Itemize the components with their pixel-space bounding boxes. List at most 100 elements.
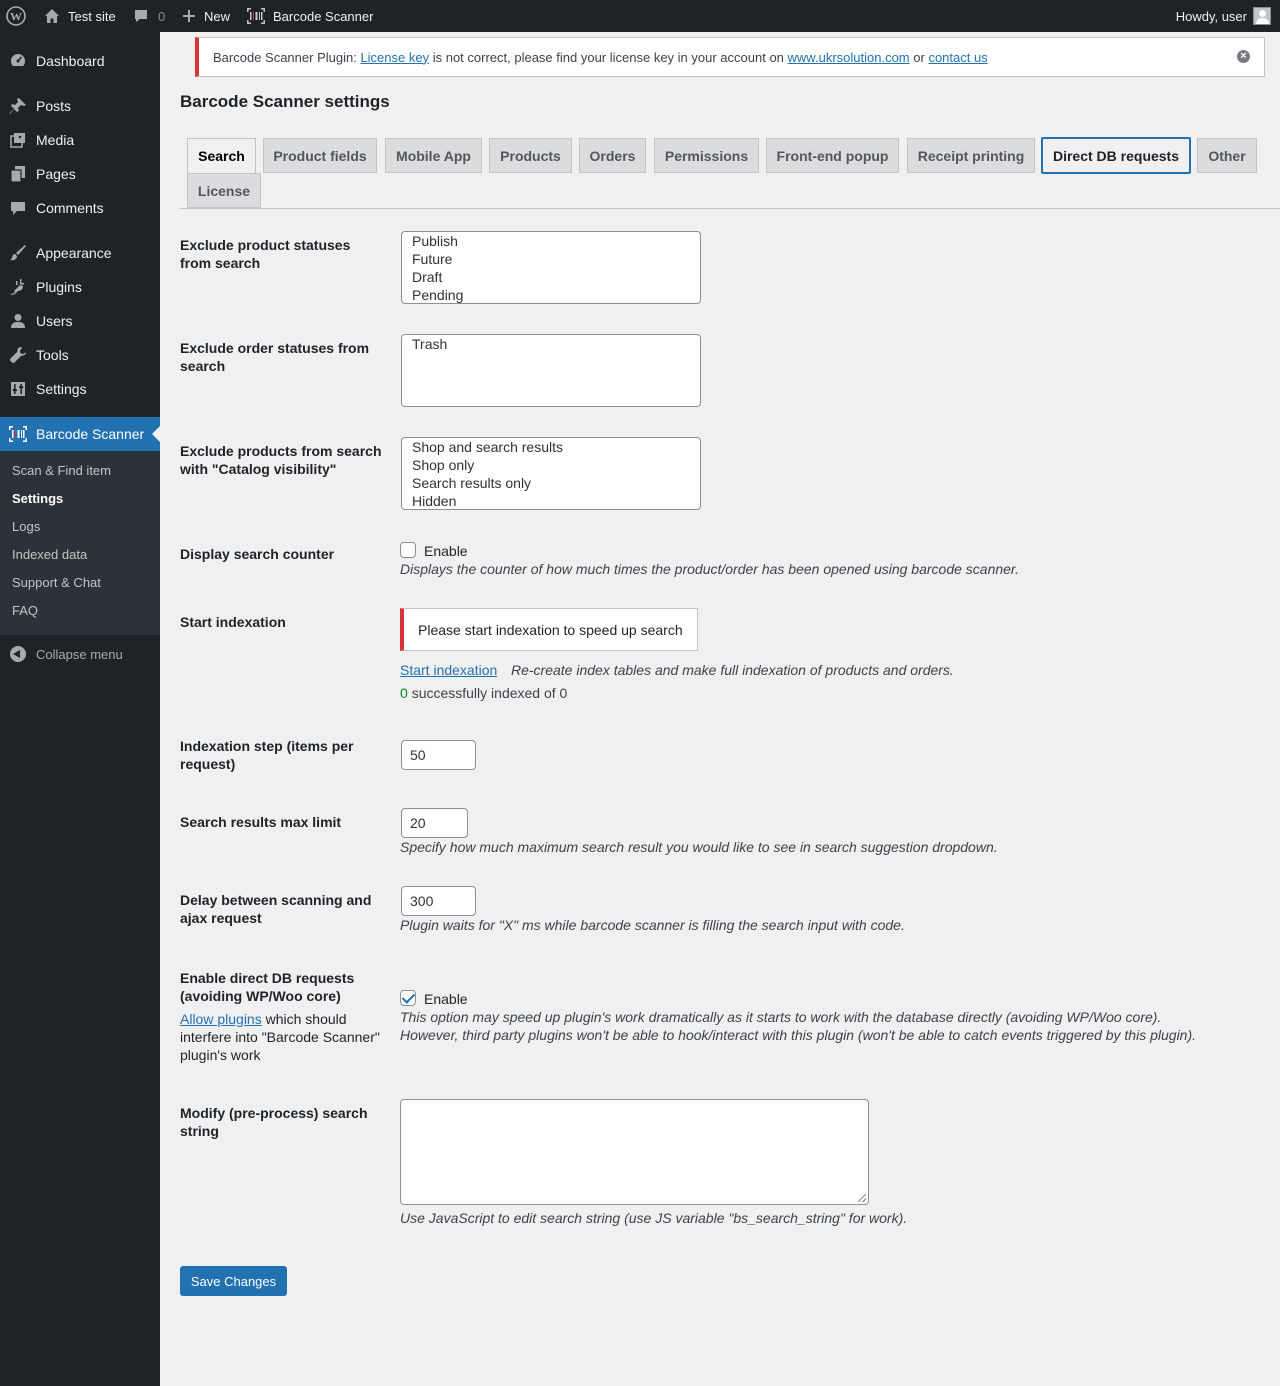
menu-item-posts[interactable]: Posts bbox=[0, 89, 160, 123]
select-option[interactable]: Search results only bbox=[402, 474, 700, 492]
modify-search-textarea[interactable] bbox=[400, 1099, 869, 1205]
search-max-limit-label: Search results max limit bbox=[180, 814, 342, 830]
exclude-order-statuses-select[interactable]: Trash bbox=[401, 334, 701, 407]
menu-label: Plugins bbox=[36, 279, 82, 295]
barcode-scanner-link[interactable]: Barcode Scanner bbox=[246, 0, 373, 32]
menu-label: Dashboard bbox=[36, 53, 105, 69]
svg-text:W: W bbox=[10, 10, 22, 24]
menu-item-settings[interactable]: Settings bbox=[0, 372, 160, 406]
pages-icon bbox=[8, 164, 28, 184]
delay-label: Delay between scanning and ajax request bbox=[180, 892, 372, 926]
menu-item-barcode-scanner[interactable]: Barcode Scanner bbox=[0, 417, 160, 451]
allow-plugins-link[interactable]: Allow plugins bbox=[180, 1011, 262, 1027]
tab-permissions[interactable]: Permissions bbox=[654, 138, 759, 173]
tab-receipt-printing[interactable]: Receipt printing bbox=[907, 138, 1035, 173]
menu-item-tools[interactable]: Tools bbox=[0, 338, 160, 372]
dismiss-notice-icon[interactable]: × bbox=[1237, 50, 1250, 63]
collapse-menu-button[interactable]: Collapse menu bbox=[0, 637, 160, 671]
exclude-catalog-visibility-label: Exclude products from search with "Catal… bbox=[180, 443, 382, 477]
media-icon bbox=[8, 130, 28, 150]
indexation-step-input[interactable]: 50 bbox=[401, 740, 476, 770]
tab-orders[interactable]: Orders bbox=[579, 138, 646, 173]
tab-license[interactable]: License bbox=[187, 173, 261, 208]
menu-item-appearance[interactable]: Appearance bbox=[0, 236, 160, 270]
menu-label: Barcode Scanner bbox=[36, 426, 145, 442]
display-search-counter-label: Display search counter bbox=[180, 546, 335, 562]
tab-product-fields[interactable]: Product fields bbox=[263, 138, 377, 173]
select-option[interactable]: Publish bbox=[402, 232, 700, 250]
select-option[interactable]: Hidden bbox=[402, 492, 700, 509]
page-title: Barcode Scanner settings bbox=[180, 92, 390, 111]
save-changes-button[interactable]: Save Changes bbox=[180, 1266, 287, 1296]
select-option[interactable]: Draft bbox=[402, 268, 700, 286]
brush-icon bbox=[8, 243, 28, 263]
direct-db-description-line1: This option may speed up plugin's work d… bbox=[400, 1009, 1162, 1025]
admin-menu: Dashboard Posts Media Pages Comments App… bbox=[0, 32, 160, 1386]
menu-item-pages[interactable]: Pages bbox=[0, 157, 160, 191]
admin-bar: W Test site 0 New Barcode Scanner Howdy,… bbox=[0, 0, 1280, 32]
settings-icon bbox=[8, 379, 28, 399]
menu-label: Posts bbox=[36, 98, 72, 114]
new-label: New bbox=[204, 8, 231, 24]
menu-item-dashboard[interactable]: Dashboard bbox=[0, 44, 160, 78]
submenu-item-settings[interactable]: Settings bbox=[12, 489, 63, 509]
indexation-warning-notice: Please start indexation to speed up sear… bbox=[400, 608, 698, 651]
select-option[interactable]: Future bbox=[402, 250, 700, 268]
contact-us-link[interactable]: contact us bbox=[928, 50, 987, 65]
my-account[interactable]: Howdy, user bbox=[1176, 0, 1271, 32]
barcode-scanner-submenu: Scan & Find item Settings Logs Indexed d… bbox=[0, 451, 160, 635]
search-counter-enable-label: Enable bbox=[424, 543, 468, 559]
submenu-item-support-chat[interactable]: Support & Chat bbox=[12, 573, 101, 593]
tab-direct-db-requests[interactable]: Direct DB requests bbox=[1041, 137, 1191, 174]
exclude-product-statuses-select[interactable]: Publish Future Draft Pending bbox=[401, 231, 701, 304]
select-option[interactable]: Shop and search results bbox=[402, 438, 700, 456]
tab-search[interactable]: Search bbox=[187, 138, 256, 174]
submenu-item-scan-find[interactable]: Scan & Find item bbox=[12, 461, 111, 481]
indexation-step-label: Indexation step (items per request) bbox=[180, 738, 354, 772]
submenu-item-indexed-data[interactable]: Indexed data bbox=[12, 545, 87, 565]
menu-item-users[interactable]: Users bbox=[0, 304, 160, 338]
select-option[interactable]: Trash bbox=[402, 335, 700, 353]
license-key-link[interactable]: License key bbox=[360, 50, 429, 65]
comments-link[interactable]: 0 bbox=[133, 0, 165, 32]
barcode-icon bbox=[247, 8, 265, 24]
menu-label: Tools bbox=[36, 347, 69, 363]
delay-input[interactable]: 300 bbox=[401, 886, 476, 916]
exclude-order-statuses-label: Exclude order statuses from search bbox=[180, 340, 370, 374]
tab-other[interactable]: Other bbox=[1197, 138, 1257, 173]
modify-search-label: Modify (pre-process) search string bbox=[180, 1105, 368, 1139]
search-counter-checkbox[interactable] bbox=[400, 542, 416, 558]
menu-item-comments[interactable]: Comments bbox=[0, 191, 160, 225]
comment-icon bbox=[135, 10, 147, 22]
new-content-link[interactable]: New bbox=[182, 0, 230, 32]
submenu-item-logs[interactable]: Logs bbox=[12, 517, 40, 537]
search-counter-description: Displays the counter of how much times t… bbox=[400, 561, 1019, 577]
notice-prefix: Barcode Scanner Plugin: bbox=[213, 49, 357, 65]
comments-count: 0 bbox=[158, 8, 166, 24]
menu-label: Settings bbox=[36, 381, 87, 397]
barcode-icon bbox=[8, 424, 28, 444]
notice-middle: is not correct, please find your license… bbox=[432, 49, 784, 65]
menu-item-plugins[interactable]: Plugins bbox=[0, 270, 160, 304]
tab-front-end-popup[interactable]: Front-end popup bbox=[766, 138, 899, 173]
site-name-link[interactable]: Test site bbox=[44, 0, 116, 32]
start-indexation-description: Re-create index tables and make full ind… bbox=[511, 662, 954, 678]
start-indexation-label: Start indexation bbox=[180, 614, 286, 630]
site-name: Test site bbox=[68, 8, 116, 24]
exclude-catalog-visibility-select[interactable]: Shop and search results Shop only Search… bbox=[401, 437, 701, 510]
ukrsolution-link[interactable]: www.ukrsolution.com bbox=[788, 50, 910, 65]
tab-products[interactable]: Products bbox=[489, 138, 572, 173]
dashboard-icon bbox=[8, 51, 28, 71]
start-indexation-link[interactable]: Start indexation bbox=[400, 661, 497, 679]
submenu-item-faq[interactable]: FAQ bbox=[12, 601, 38, 621]
collapse-menu-label: Collapse menu bbox=[36, 646, 123, 662]
menu-item-media[interactable]: Media bbox=[0, 123, 160, 157]
select-option[interactable]: Shop only bbox=[402, 456, 700, 474]
direct-db-checkbox[interactable] bbox=[400, 990, 416, 1006]
search-max-limit-input[interactable]: 20 bbox=[401, 808, 468, 838]
user-icon bbox=[8, 311, 28, 331]
tab-mobile-app[interactable]: Mobile App bbox=[385, 138, 482, 173]
direct-db-enable-label: Enable bbox=[424, 991, 468, 1007]
select-option[interactable]: Pending bbox=[402, 286, 700, 303]
wordpress-logo-icon[interactable]: W bbox=[6, 0, 26, 32]
